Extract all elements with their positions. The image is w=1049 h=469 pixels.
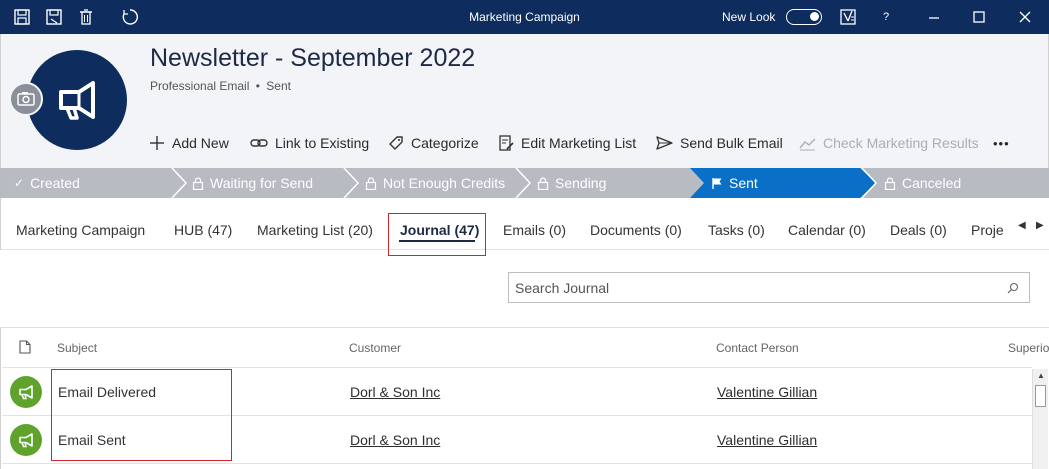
help-button[interactable]: ? bbox=[883, 11, 889, 23]
send-bulk-email-button[interactable]: Send Bulk Email bbox=[656, 133, 783, 153]
record-header: Newsletter - September 2022 Professional… bbox=[0, 34, 1049, 168]
lock-icon bbox=[365, 176, 377, 190]
document-icon bbox=[19, 340, 31, 354]
tab-hub[interactable]: HUB (47) bbox=[174, 222, 232, 238]
step-label: Not Enough Credits bbox=[383, 175, 506, 191]
send-bulk-email-label: Send Bulk Email bbox=[680, 135, 783, 151]
toggle-knob bbox=[810, 12, 819, 21]
scrollbar-thumb[interactable] bbox=[1035, 385, 1046, 407]
check-icon: ✓ bbox=[14, 176, 25, 190]
tab-scroll-right-icon[interactable]: ▶ bbox=[1036, 220, 1044, 231]
record-status: Sent bbox=[266, 79, 291, 93]
table-row[interactable] bbox=[2, 463, 1032, 469]
close-icon[interactable] bbox=[1016, 8, 1034, 26]
megaphone-icon bbox=[19, 385, 33, 400]
step-label: Sending bbox=[555, 175, 607, 191]
process-step-sent[interactable]: Sent bbox=[711, 168, 758, 198]
send-icon bbox=[656, 136, 673, 150]
more-actions-button[interactable]: ••• bbox=[993, 133, 1010, 153]
row-type-badge bbox=[10, 376, 42, 408]
tab-projects[interactable]: Proje bbox=[971, 222, 1004, 238]
cell-customer-link[interactable]: Dorl & Son Inc bbox=[350, 384, 440, 400]
tab-highlight-box bbox=[388, 213, 486, 256]
link-to-existing-button[interactable]: Link to Existing bbox=[250, 133, 369, 153]
step-label: Sent bbox=[729, 175, 758, 191]
table-scrollbar[interactable]: ▲ bbox=[1032, 369, 1048, 469]
link-to-existing-label: Link to Existing bbox=[275, 135, 370, 151]
row-type-badge bbox=[10, 424, 42, 456]
step-label: Created bbox=[30, 175, 80, 191]
add-new-button[interactable]: Add New bbox=[149, 133, 229, 153]
cell-contact-link[interactable]: Valentine Gillian bbox=[717, 432, 817, 448]
subtitle-separator: • bbox=[255, 79, 260, 93]
add-new-label: Add New bbox=[172, 135, 229, 151]
search-box bbox=[508, 272, 1030, 303]
tab-marketing-campaign[interactable]: Marketing Campaign bbox=[16, 222, 145, 238]
record-type: Professional Email bbox=[150, 79, 250, 93]
flag-icon bbox=[712, 177, 722, 189]
edit-list-icon bbox=[499, 135, 514, 151]
cell-customer-link[interactable]: Dorl & Son Inc bbox=[350, 432, 440, 448]
process-step-waiting-for-send[interactable]: Waiting for Send bbox=[192, 168, 313, 198]
check-marketing-results-button[interactable]: Check Marketing Results bbox=[799, 133, 979, 153]
edit-marketing-list-button[interactable]: Edit Marketing List bbox=[498, 133, 636, 153]
subject-highlight-box bbox=[51, 369, 232, 461]
record-title: Newsletter - September 2022 bbox=[150, 44, 476, 72]
tab-marketing-list[interactable]: Marketing List (20) bbox=[257, 222, 373, 238]
lock-icon bbox=[537, 176, 549, 190]
tab-emails[interactable]: Emails (0) bbox=[503, 222, 566, 238]
process-step-canceled[interactable]: Canceled bbox=[884, 168, 961, 198]
categorize-label: Categorize bbox=[411, 135, 479, 151]
step-label: Canceled bbox=[902, 175, 962, 191]
step-label: Waiting for Send bbox=[210, 175, 313, 191]
scroll-up-icon[interactable]: ▲ bbox=[1037, 371, 1045, 380]
new-look-toggle[interactable] bbox=[786, 9, 822, 25]
tab-deals[interactable]: Deals (0) bbox=[890, 222, 947, 238]
column-header-superior[interactable]: Superio bbox=[1008, 341, 1049, 355]
maximize-icon[interactable] bbox=[970, 8, 988, 26]
cell-contact-link[interactable]: Valentine Gillian bbox=[717, 384, 817, 400]
process-step-sending[interactable]: Sending bbox=[537, 168, 606, 198]
notes-icon[interactable] bbox=[839, 8, 857, 26]
tag-icon bbox=[389, 136, 403, 150]
step-divider bbox=[343, 168, 360, 198]
edit-marketing-list-label: Edit Marketing List bbox=[521, 135, 637, 151]
record-subtitle: Professional Email • Sent bbox=[150, 79, 291, 93]
lock-icon bbox=[192, 176, 204, 190]
tab-bar: Marketing Campaign HUB (47) Marketing Li… bbox=[0, 198, 1049, 256]
column-header-contact-person[interactable]: Contact Person bbox=[716, 341, 799, 355]
camera-icon bbox=[17, 92, 35, 106]
process-step-not-enough-credits[interactable]: Not Enough Credits bbox=[365, 168, 505, 198]
title-bar: Marketing Campaign New Look ? bbox=[0, 0, 1049, 34]
process-step-created[interactable]: ✓ Created bbox=[14, 168, 80, 198]
check-marketing-results-label: Check Marketing Results bbox=[823, 135, 979, 151]
search-input[interactable] bbox=[515, 279, 985, 297]
step-divider bbox=[515, 168, 532, 198]
journal-table: Subject Customer Contact Person Superio … bbox=[0, 327, 1049, 469]
tab-scroll-left-icon[interactable]: ◀ bbox=[1018, 220, 1026, 231]
tab-tasks[interactable]: Tasks (0) bbox=[708, 222, 765, 238]
step-divider bbox=[861, 168, 878, 198]
change-photo-button[interactable] bbox=[9, 82, 43, 116]
link-icon bbox=[250, 139, 268, 147]
results-icon bbox=[799, 138, 816, 151]
minimize-icon[interactable] bbox=[925, 8, 943, 26]
categorize-button[interactable]: Categorize bbox=[388, 133, 479, 153]
megaphone-icon bbox=[19, 433, 33, 448]
search-icon[interactable] bbox=[1007, 282, 1019, 294]
column-header-customer[interactable]: Customer bbox=[349, 341, 401, 355]
new-look-label: New Look bbox=[722, 10, 776, 24]
column-header-subject[interactable]: Subject bbox=[57, 341, 97, 355]
lock-icon bbox=[884, 176, 896, 190]
tab-calendar[interactable]: Calendar (0) bbox=[788, 222, 866, 238]
process-bar: ✓ Created Waiting for Send Not Enough Cr… bbox=[0, 168, 1049, 198]
tab-documents[interactable]: Documents (0) bbox=[590, 222, 682, 238]
window-title: Marketing Campaign bbox=[469, 10, 580, 24]
step-divider bbox=[171, 168, 188, 198]
plus-icon bbox=[150, 136, 164, 150]
